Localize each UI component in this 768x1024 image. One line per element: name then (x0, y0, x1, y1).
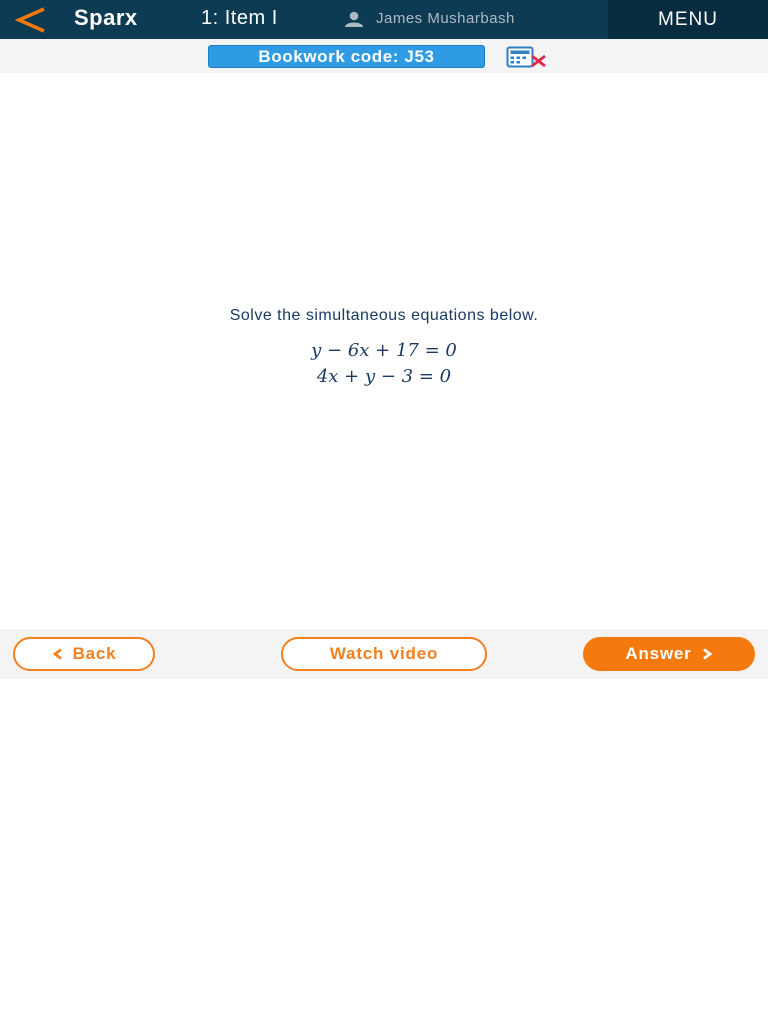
bookwork-code-badge: Bookwork code: J53 (208, 45, 485, 68)
answer-button-label: Answer (625, 644, 692, 663)
answer-button[interactable]: Answer (583, 637, 755, 671)
back-button-label: Back (72, 644, 117, 663)
question-prompt: Solve the simultaneous equations below. (229, 307, 539, 324)
menu-button[interactable]: MENU (608, 0, 768, 39)
top-bar: Sparx 1: Item I James Musharbash MENU (0, 0, 768, 39)
equation-list: y − 6x + 17 = 0 4x + y − 3 = 0 (0, 338, 768, 390)
user-name: James Musharbash (376, 10, 515, 27)
chevron-right-icon (702, 648, 712, 660)
watch-video-label: Watch video (329, 644, 439, 663)
chevron-left-icon (52, 648, 62, 660)
brand-logo: Sparx (74, 5, 138, 30)
watch-video-button[interactable]: Watch video (281, 637, 487, 671)
user-account[interactable]: James Musharbash (344, 10, 515, 27)
user-icon (345, 11, 363, 27)
calculator-not-allowed-icon[interactable] (506, 46, 548, 68)
question-area: Solve the simultaneous equations below. … (0, 306, 768, 390)
chevron-left-icon[interactable] (14, 6, 48, 34)
bookwork-bar: Bookwork code: J53 (0, 39, 768, 73)
back-button[interactable]: Back (13, 637, 155, 671)
equation-2: 4x + y − 3 = 0 (316, 366, 452, 387)
item-title: 1: Item I (201, 7, 278, 29)
footer-bar: Back Watch video Answer (0, 629, 768, 679)
equation-1: y − 6x + 17 = 0 (311, 340, 457, 361)
